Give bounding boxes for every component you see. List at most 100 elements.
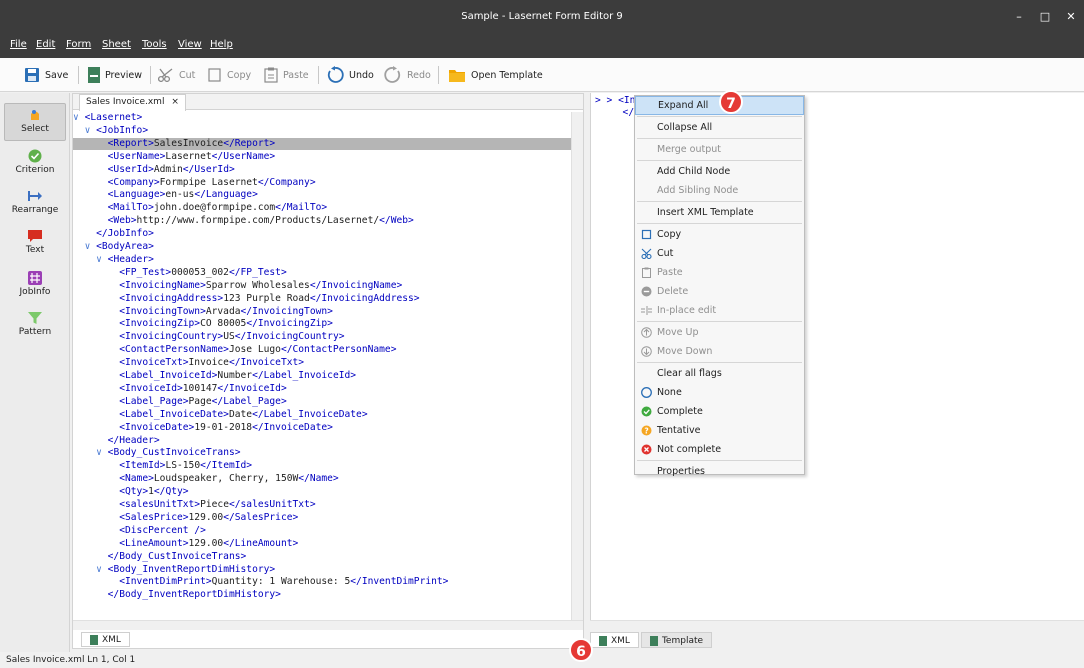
- context-menu-label: None: [657, 387, 682, 398]
- xml-line[interactable]: <Web>http://www.formpipe.com/Products/La…: [73, 215, 571, 227]
- tool-select[interactable]: Select: [4, 103, 66, 141]
- xml-line[interactable]: <DiscPercent />: [73, 525, 571, 537]
- tool-pattern[interactable]: Pattern: [4, 311, 66, 349]
- context-menu-clear-all-flags[interactable]: Clear all flags: [635, 364, 804, 383]
- menu-form[interactable]: Form: [66, 39, 91, 50]
- context-menu-collapse-all[interactable]: Collapse All: [635, 118, 804, 137]
- xml-line[interactable]: <Label_InvoiceDate>Date</Label_InvoiceDa…: [73, 409, 571, 421]
- cut-icon: [158, 68, 173, 82]
- xml-line[interactable]: <SalesPrice>129.00</SalesPrice>: [73, 512, 571, 524]
- context-menu-copy[interactable]: Copy: [635, 225, 804, 244]
- xml-line[interactable]: <InvoicingName>Sparrow Wholesales</Invoi…: [73, 280, 571, 292]
- xml-line[interactable]: <UserName>Lasernet</UserName>: [73, 151, 571, 163]
- preview-label: Preview: [105, 69, 142, 81]
- menu-view[interactable]: View: [178, 39, 202, 50]
- context-menu-label: In-place edit: [657, 305, 717, 316]
- annotation-badge-7: 7: [719, 90, 743, 114]
- xml-line[interactable]: ∨ <Lasernet>: [73, 112, 571, 124]
- xml-line[interactable]: </JobInfo>: [73, 228, 571, 240]
- open-template-button[interactable]: Open Template: [448, 66, 543, 84]
- context-menu-move-up[interactable]: Move Up: [635, 323, 804, 342]
- context-menu-complete[interactable]: Complete: [635, 402, 804, 421]
- menu-file[interactable]: File: [10, 39, 27, 50]
- xml-line[interactable]: <ItemId>LS-150</ItemId>: [73, 460, 571, 472]
- menu-sheet[interactable]: Sheet: [102, 39, 131, 50]
- xml-line[interactable]: <InventDimPrint>Quantity: 1 Warehouse: 5…: [73, 576, 571, 588]
- xml-line[interactable]: <InvoiceTxt>Invoice</InvoiceTxt>: [73, 357, 571, 369]
- context-menu-properties[interactable]: Properties: [635, 462, 804, 481]
- xml-line[interactable]: <FP_Test>000053_002</FP_Test>: [73, 267, 571, 279]
- copy-button[interactable]: Copy: [208, 66, 251, 84]
- tab-template[interactable]: Template: [640, 632, 713, 648]
- xml-line[interactable]: <MailTo>john.doe@formpipe.com</MailTo>: [73, 202, 571, 214]
- context-menu-merge-output[interactable]: Merge output: [635, 140, 804, 159]
- undo-button[interactable]: Undo: [326, 66, 374, 84]
- cut-button[interactable]: Cut: [158, 66, 195, 84]
- xml-line[interactable]: ∨ <JobInfo>: [73, 125, 571, 137]
- editor-xml-tab[interactable]: XML: [81, 632, 130, 647]
- context-menu-not-complete[interactable]: Not complete: [635, 440, 804, 459]
- editor-vertical-scrollbar[interactable]: [571, 112, 583, 620]
- context-menu-insert-xml-template[interactable]: Insert XML Template: [635, 203, 804, 222]
- xml-line[interactable]: <Qty>1</Qty>: [73, 486, 571, 498]
- paste-button[interactable]: Paste: [264, 66, 309, 84]
- context-menu-add-sibling-node[interactable]: Add Sibling Node: [635, 181, 804, 200]
- xml-line[interactable]: <InvoiceDate>19-01-2018</InvoiceDate>: [73, 422, 571, 434]
- context-menu-none[interactable]: None: [635, 383, 804, 402]
- xml-line[interactable]: <ContactPersonName>Jose Lugo</ContactPer…: [73, 344, 571, 356]
- context-menu-paste[interactable]: Paste: [635, 263, 804, 282]
- xml-line[interactable]: <Label_InvoiceId>Number</Label_InvoiceId…: [73, 370, 571, 382]
- xml-line[interactable]: ∨ <Body_InventReportDimHistory>: [73, 564, 571, 576]
- context-menu-label: Move Down: [657, 346, 713, 357]
- context-menu-label: Properties: [657, 466, 706, 477]
- menu-tools[interactable]: Tools: [142, 39, 167, 50]
- context-menu-tentative[interactable]: ? Tentative: [635, 421, 804, 440]
- xml-line[interactable]: ∨ <Body_CustInvoiceTrans>: [73, 447, 571, 459]
- xml-line[interactable]: <InvoiceId>100147</InvoiceId>: [73, 383, 571, 395]
- xml-line[interactable]: <InvoicingTown>Arvada</InvoicingTown>: [73, 306, 571, 318]
- xml-line[interactable]: </Header>: [73, 435, 571, 447]
- context-menu-move-down[interactable]: Move Down: [635, 342, 804, 361]
- xml-line[interactable]: ∨ <Header>: [73, 254, 571, 266]
- xml-line[interactable]: <InvoicingAddress>123 Purple Road</Invoi…: [73, 293, 571, 305]
- context-menu-cut[interactable]: Cut: [635, 244, 804, 263]
- xml-line[interactable]: </Body_InventReportDimHistory>: [73, 589, 571, 601]
- tool-text[interactable]: Text: [4, 229, 66, 267]
- context-menu-label: Clear all flags: [657, 368, 722, 379]
- context-menu-delete[interactable]: Delete: [635, 282, 804, 301]
- close-button[interactable]: ✕: [1056, 0, 1084, 34]
- menu-help[interactable]: Help: [210, 39, 233, 50]
- xml-line[interactable]: </Body_CustInvoiceTrans>: [73, 551, 571, 563]
- menu-edit[interactable]: Edit: [36, 39, 55, 50]
- context-menu-add-child-node[interactable]: Add Child Node: [635, 162, 804, 181]
- tool-criterion[interactable]: Criterion: [4, 149, 66, 187]
- xml-line[interactable]: <Name>Loudspeaker, Cherry, 150W</Name>: [73, 473, 571, 485]
- xml-code-view[interactable]: ∨ <Lasernet> ∨ <JobInfo> <Report>SalesIn…: [73, 112, 571, 620]
- xml-line[interactable]: <Language>en-us</Language>: [73, 189, 571, 201]
- preview-button[interactable]: Preview: [88, 66, 142, 84]
- xml-line[interactable]: <Report>SalesInvoice</Report>: [73, 137, 571, 150]
- tree-horizontal-scrollbar[interactable]: [590, 620, 1084, 630]
- redo-button[interactable]: Redo: [384, 66, 431, 84]
- xml-line[interactable]: <InvoicingZip>CO 80005</InvoicingZip>: [73, 318, 571, 330]
- xml-line[interactable]: <salesUnitTxt>Piece</salesUnitTxt>: [73, 499, 571, 511]
- editor-horizontal-scrollbar[interactable]: [73, 620, 583, 630]
- editor-tab[interactable]: Sales Invoice.xml ×: [79, 94, 186, 111]
- paste-label: Paste: [283, 69, 309, 81]
- tool-rearrange-label: Rearrange: [11, 205, 59, 215]
- tool-jobinfo[interactable]: JobInfo: [4, 271, 66, 309]
- left-tool-panel: Select Criterion Rearrange Text JobInfo …: [0, 93, 70, 653]
- context-menu-in-place-edit[interactable]: In-place edit: [635, 301, 804, 320]
- save-button[interactable]: Save: [24, 66, 68, 84]
- context-menu-label: Copy: [657, 229, 682, 240]
- xml-line[interactable]: <Company>Formpipe Lasernet</Company>: [73, 177, 571, 189]
- toolbar-separator: [150, 66, 151, 84]
- tab-close-icon[interactable]: ×: [171, 97, 179, 107]
- xml-line[interactable]: <LineAmount>129.00</LineAmount>: [73, 538, 571, 550]
- xml-line[interactable]: ∨ <BodyArea>: [73, 241, 571, 253]
- xml-line[interactable]: <UserId>Admin</UserId>: [73, 164, 571, 176]
- tab-xml[interactable]: XML: [590, 632, 639, 648]
- xml-line[interactable]: <Label_Page>Page</Label_Page>: [73, 396, 571, 408]
- xml-line[interactable]: <InvoicingCountry>US</InvoicingCountry>: [73, 331, 571, 343]
- tool-rearrange[interactable]: Rearrange: [4, 189, 66, 227]
